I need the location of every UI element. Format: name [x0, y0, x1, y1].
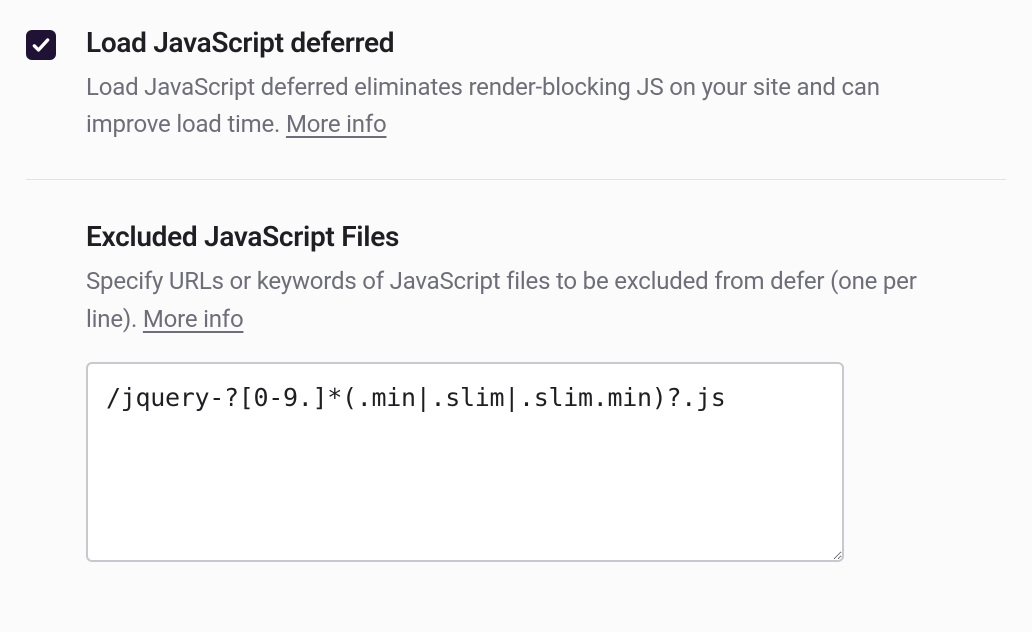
defer-checkbox[interactable]: [26, 30, 56, 60]
defer-setting-row: Load JavaScript deferred Load JavaScript…: [26, 26, 1006, 179]
checkbox-wrap: [26, 26, 56, 60]
exclude-textarea[interactable]: [86, 362, 844, 562]
checkmark-icon: [31, 35, 51, 55]
defer-content: Load JavaScript deferred Load JavaScript…: [86, 26, 1006, 143]
defer-description-text: Load JavaScript deferred eliminates rend…: [86, 73, 880, 138]
exclude-description: Specify URLs or keywords of JavaScript f…: [86, 263, 966, 337]
exclude-title: Excluded JavaScript Files: [86, 220, 1006, 253]
exclude-section: Excluded JavaScript Files Specify URLs o…: [26, 220, 1006, 565]
defer-description: Load JavaScript deferred eliminates rend…: [86, 69, 966, 143]
exclude-more-info-link[interactable]: More info: [143, 305, 244, 333]
defer-title: Load JavaScript deferred: [86, 26, 1006, 59]
defer-more-info-link[interactable]: More info: [286, 110, 387, 138]
section-divider: [26, 179, 1006, 180]
